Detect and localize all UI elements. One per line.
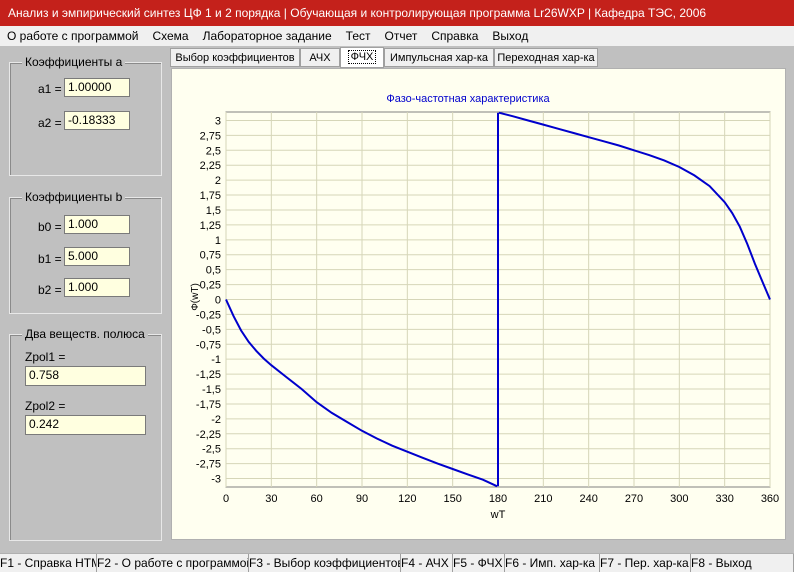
menu-help[interactable]: Справка: [424, 26, 485, 46]
x-tick-label: 120: [398, 493, 416, 505]
x-tick-label: 30: [265, 493, 277, 505]
zpol1-label: Zpol1 =: [25, 350, 66, 364]
y-tick-label: -2: [211, 414, 221, 426]
chart-panel: Фазо-частотная характеристика 3 2,75 2,5 2,…: [171, 68, 786, 540]
b0-label: b0 =: [38, 220, 62, 234]
menu-scheme[interactable]: Схема: [145, 26, 195, 46]
tab-impulse[interactable]: Импульсная хар-ка: [384, 48, 494, 67]
status-f1[interactable]: F1 - Справка HTML: [0, 554, 97, 572]
y-tick-label: 0: [215, 295, 221, 307]
x-tick-label: 90: [356, 493, 368, 505]
y-tick-label: 2: [215, 175, 221, 187]
status-f8[interactable]: F8 - Выход: [691, 554, 794, 572]
zpol2-label: Zpol2 =: [25, 399, 66, 413]
menu-lab-task[interactable]: Лабораторное задание: [196, 26, 339, 46]
menu-bar: О работе с программой Схема Лабораторное…: [0, 26, 794, 46]
tab-phase[interactable]: ФЧХ: [340, 47, 384, 68]
a2-field[interactable]: -0.18333: [64, 111, 130, 130]
zpol2-field[interactable]: 0.242: [25, 415, 146, 435]
y-tick-label: 1,75: [200, 190, 221, 202]
y-tick-label: 0,25: [200, 280, 221, 292]
x-ticks: 0 30 60 90 120 150 180 210 240 270 300 330 360: [223, 493, 779, 505]
y-axis-label: Ф(wT): [190, 283, 201, 311]
a1-label: a1 =: [38, 82, 62, 96]
b0-field[interactable]: 1.000: [64, 215, 130, 234]
coeff-a-title: Коэффициенты a: [22, 55, 126, 70]
y-tick-label: 3: [215, 115, 221, 127]
a2-label: a2 =: [38, 116, 62, 130]
y-tick-label: 2,75: [200, 130, 221, 142]
y-tick-label: -3: [211, 474, 221, 486]
y-tick-label: -2,75: [196, 459, 221, 471]
x-tick-label: 240: [579, 493, 597, 505]
status-f7[interactable]: F7 - Пер. хар-ка: [600, 554, 691, 572]
x-tick-label: 0: [223, 493, 229, 505]
y-tick-label: 1: [215, 235, 221, 247]
y-tick-label: 2,5: [206, 145, 221, 157]
y-tick-label: -1,25: [196, 369, 221, 381]
poles-title: Два веществ. полюса: [22, 327, 148, 342]
x-tick-label: 150: [443, 493, 461, 505]
y-tick-label: -1,75: [196, 399, 221, 411]
b2-label: b2 =: [38, 283, 62, 297]
y-tick-label: 0,5: [206, 265, 221, 277]
chart-title: Фазо-частотная характеристика: [386, 93, 550, 105]
y-tick-label: -0,75: [196, 339, 221, 351]
zpol1-field[interactable]: 0.758: [25, 366, 146, 386]
coeff-b-title: Коэффициенты b: [22, 190, 126, 205]
a1-field[interactable]: 1.00000: [64, 78, 130, 97]
status-f6[interactable]: F6 - Имп. хар-ка: [505, 554, 600, 572]
status-f4[interactable]: F4 - АЧХ: [401, 554, 453, 572]
b1-field[interactable]: 5.000: [64, 247, 130, 266]
tab-amplitude[interactable]: АЧХ: [300, 48, 340, 67]
x-tick-label: 210: [534, 493, 552, 505]
y-tick-label: -0,5: [202, 324, 221, 336]
tab-phase-label: ФЧХ: [347, 50, 377, 64]
y-tick-label: -1: [211, 354, 221, 366]
menu-report[interactable]: Отчет: [377, 26, 424, 46]
x-tick-label: 180: [489, 493, 507, 505]
menu-exit[interactable]: Выход: [485, 26, 535, 46]
menu-about[interactable]: О работе с программой: [0, 26, 145, 46]
tab-step[interactable]: Переходная хар-ка: [494, 48, 598, 67]
b1-label: b1 =: [38, 252, 62, 266]
title-bar: Анализ и эмпирический синтез ЦФ 1 и 2 по…: [0, 0, 794, 26]
y-tick-label: -1,5: [202, 384, 221, 396]
status-f2[interactable]: F2 - О работе с программой: [97, 554, 249, 572]
status-f3[interactable]: F3 - Выбор коэффициентов: [249, 554, 401, 572]
y-tick-label: -2,25: [196, 429, 221, 441]
x-axis-label: wT: [490, 509, 506, 521]
y-tick-label: -2,5: [202, 444, 221, 456]
y-tick-label: 2,25: [200, 160, 221, 172]
status-bar: F1 - Справка HTML F2 - О работе с програ…: [0, 553, 794, 572]
status-f5[interactable]: F5 - ФЧХ: [453, 554, 505, 572]
y-tick-label: 1,5: [206, 205, 221, 217]
b2-field[interactable]: 1.000: [64, 278, 130, 297]
tab-coefficients[interactable]: Выбор коэффициентов: [170, 48, 300, 67]
y-tick-label: 1,25: [200, 220, 221, 232]
y-tick-label: 0,75: [200, 250, 221, 262]
x-tick-label: 300: [670, 493, 688, 505]
phase-chart: Фазо-частотная характеристика 3 2,75 2,5 2,…: [190, 93, 779, 521]
x-tick-label: 360: [761, 493, 779, 505]
menu-test[interactable]: Тест: [339, 26, 378, 46]
x-tick-label: 270: [625, 493, 643, 505]
x-tick-label: 330: [715, 493, 733, 505]
x-tick-label: 60: [311, 493, 323, 505]
